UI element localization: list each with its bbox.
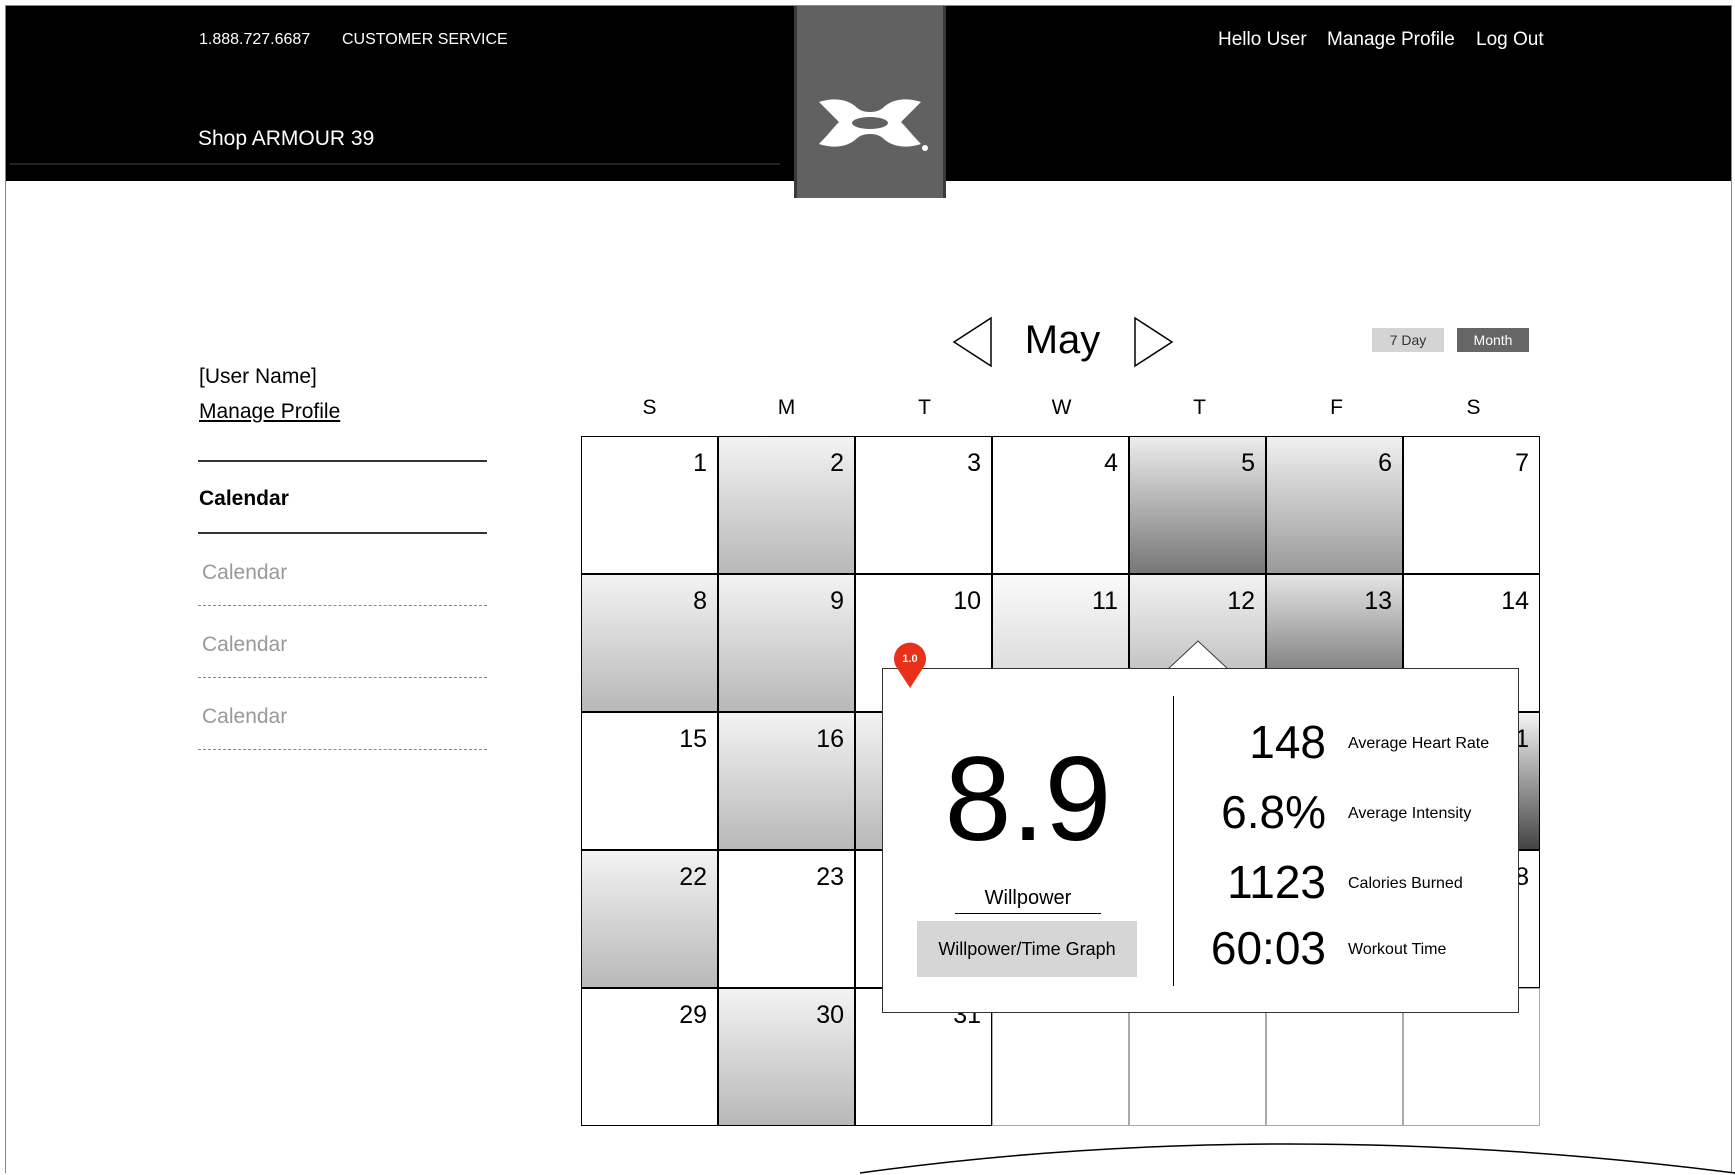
intensity-value: 6.8% bbox=[1221, 786, 1326, 838]
header-divider bbox=[10, 163, 780, 165]
sidebar-dashed-divider bbox=[198, 677, 487, 678]
sidebar-manage-profile-link[interactable]: Manage Profile bbox=[199, 400, 340, 424]
heart-rate-label: Average Heart Rate bbox=[1348, 735, 1490, 752]
sidebar-item-calendar[interactable]: Calendar bbox=[202, 561, 287, 585]
calendar-day-cell[interactable]: 29 bbox=[581, 988, 718, 1126]
calendar-day-cell[interactable]: 22 bbox=[581, 850, 718, 988]
day-number: 16 bbox=[816, 725, 844, 753]
day-number: 8 bbox=[693, 587, 707, 615]
heart-rate-value: 148 bbox=[1249, 716, 1326, 768]
view-month-button[interactable]: Month bbox=[1457, 328, 1529, 352]
workout-time-label: Workout Time bbox=[1348, 941, 1447, 958]
day-number: 4 bbox=[1104, 449, 1118, 477]
calendar-day-cell[interactable]: 5 bbox=[1129, 436, 1266, 574]
weekday-header: F bbox=[1330, 396, 1343, 419]
calendar-day-cell[interactable]: 4 bbox=[992, 436, 1129, 574]
calendar-day-cell[interactable]: 30 bbox=[718, 988, 855, 1126]
manage-profile-link[interactable]: Manage Profile bbox=[1327, 29, 1455, 51]
calories-value: 1123 bbox=[1227, 856, 1326, 908]
day-number: 11 bbox=[1092, 587, 1118, 615]
day-number: 12 bbox=[1227, 587, 1255, 615]
sidebar-dashed-divider bbox=[198, 749, 487, 750]
willpower-label: Willpower bbox=[955, 887, 1101, 914]
day-number: 15 bbox=[679, 725, 707, 753]
view-7-day-button[interactable]: 7 Day bbox=[1372, 328, 1444, 352]
weekday-header: S bbox=[642, 396, 657, 419]
sidebar-item-calendar[interactable]: Calendar bbox=[202, 633, 287, 657]
workout-time-value: 60:03 bbox=[1210, 922, 1326, 974]
calendar-day-cell[interactable]: 7 bbox=[1403, 436, 1540, 574]
greeting-text: Hello User bbox=[1218, 29, 1307, 50]
day-number: 29 bbox=[679, 1001, 707, 1029]
calendar-day-cell[interactable]: 16 bbox=[718, 712, 855, 850]
day-number: 9 bbox=[830, 587, 844, 615]
day-number: 23 bbox=[816, 863, 844, 891]
previous-month-arrow-icon[interactable] bbox=[951, 316, 995, 368]
under-armour-logo-icon bbox=[819, 99, 928, 151]
annotation-marker-icon: 1.0 bbox=[894, 642, 926, 688]
day-number: 10 bbox=[953, 587, 981, 615]
day-number: 7 bbox=[1515, 449, 1529, 477]
willpower-time-graph-button[interactable]: Willpower/Time Graph bbox=[917, 921, 1137, 977]
calendar-day-cell[interactable]: 1 bbox=[581, 436, 718, 574]
popup-divider bbox=[1173, 696, 1174, 986]
calendar-day-cell[interactable]: 23 bbox=[718, 850, 855, 988]
calendar-day-cell[interactable]: 8 bbox=[581, 574, 718, 712]
calendar-day-cell[interactable]: 15 bbox=[581, 712, 718, 850]
sidebar-item-calendar[interactable]: Calendar bbox=[202, 705, 287, 729]
sidebar-item-calendar-active[interactable]: Calendar bbox=[199, 487, 289, 511]
day-number: 2 bbox=[830, 449, 844, 477]
weekday-header: M bbox=[777, 396, 796, 419]
willpower-score: 8.9 bbox=[944, 732, 1112, 866]
phone-number[interactable]: 1.888.727.6687 bbox=[199, 31, 310, 49]
day-number: 5 bbox=[1241, 449, 1255, 477]
calendar-day-cell[interactable]: 3 bbox=[855, 436, 992, 574]
weekday-header: W bbox=[1051, 396, 1072, 419]
sidebar-divider bbox=[198, 460, 487, 462]
user-name: [User Name] bbox=[199, 365, 317, 388]
annotation-marker-label: 1.0 bbox=[902, 653, 917, 665]
day-number: 30 bbox=[816, 1001, 844, 1029]
bottom-curve-decoration bbox=[860, 1143, 1735, 1174]
popup-pointer bbox=[1168, 640, 1228, 670]
calendar-day-cell[interactable]: 6 bbox=[1266, 436, 1403, 574]
customer-service-link[interactable]: CUSTOMER SERVICE bbox=[342, 31, 508, 49]
day-number: 6 bbox=[1378, 449, 1392, 477]
weekday-header: S bbox=[1466, 396, 1481, 419]
intensity-label: Average Intensity bbox=[1348, 805, 1472, 822]
day-number: 13 bbox=[1364, 587, 1392, 615]
day-detail-popup: 8.9 Willpower Willpower/Time Graph 148 A… bbox=[882, 668, 1519, 1013]
weekday-header: T bbox=[1193, 396, 1206, 419]
brand-logo[interactable] bbox=[794, 6, 946, 198]
calendar-day-cell[interactable]: 2 bbox=[718, 436, 855, 574]
next-month-arrow-icon[interactable] bbox=[1131, 316, 1175, 368]
log-out-link[interactable]: Log Out bbox=[1476, 29, 1544, 51]
shop-armour-link[interactable]: Shop ARMOUR 39 bbox=[198, 127, 374, 151]
day-number: 3 bbox=[967, 449, 981, 477]
month-title: May bbox=[1024, 318, 1101, 362]
sidebar-divider bbox=[198, 532, 487, 534]
day-number: 22 bbox=[679, 863, 707, 891]
day-number: 14 bbox=[1501, 587, 1529, 615]
day-number: 1 bbox=[693, 449, 707, 477]
calendar-day-cell[interactable]: 9 bbox=[718, 574, 855, 712]
calories-label: Calories Burned bbox=[1348, 875, 1463, 892]
sidebar-dashed-divider bbox=[198, 605, 487, 606]
weekday-header: T bbox=[918, 396, 931, 419]
